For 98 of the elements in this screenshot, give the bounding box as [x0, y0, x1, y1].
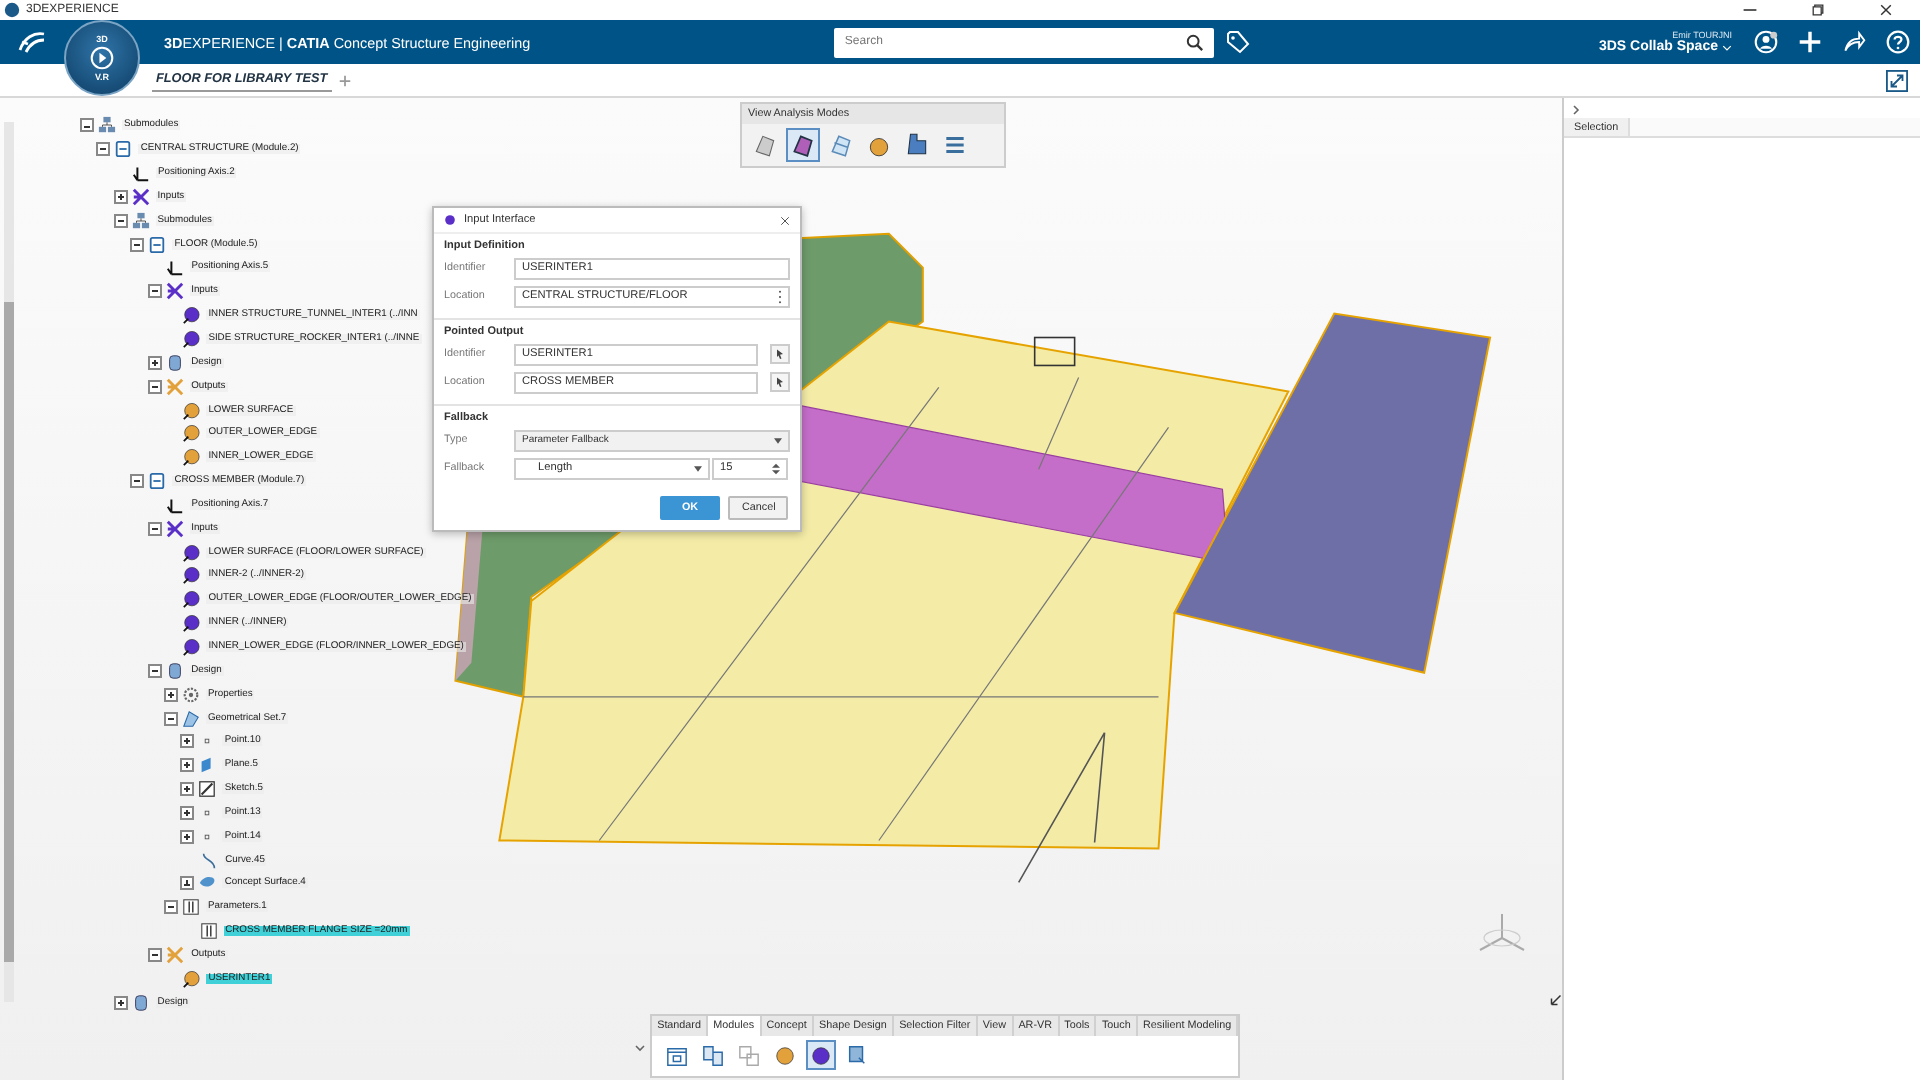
play-icon[interactable] — [90, 46, 114, 70]
input-pin-icon — [182, 306, 201, 325]
shaded-edges-icon — [790, 132, 816, 158]
axis-icon — [131, 164, 150, 183]
pick-button[interactable] — [770, 372, 790, 392]
spin-arrows-icon[interactable] — [772, 461, 780, 475]
ds-logo-icon — [16, 30, 48, 54]
input-pin-icon — [182, 637, 201, 656]
expander-icon[interactable] — [180, 805, 195, 820]
fullscreen-icon[interactable] — [1886, 69, 1908, 91]
expander-icon[interactable] — [130, 474, 145, 489]
wireframe-icon — [828, 132, 854, 158]
input-pin-icon — [182, 566, 201, 585]
input-pin-icon — [182, 590, 201, 609]
parameter-icon — [199, 922, 218, 941]
caret-icon — [1722, 43, 1732, 51]
expander-icon[interactable] — [113, 189, 128, 204]
scrollbar[interactable] — [4, 122, 14, 1002]
input-pin-icon — [182, 330, 201, 349]
design-icon — [131, 993, 150, 1012]
module-ghost-icon — [738, 1043, 760, 1067]
module-icon — [114, 140, 133, 159]
sketch-icon — [198, 780, 217, 799]
expander-icon[interactable] — [164, 711, 178, 726]
output-pin-icon — [182, 448, 201, 467]
axis-icon — [165, 258, 184, 277]
parameters-icon — [182, 898, 200, 917]
close-icon[interactable] — [780, 215, 790, 225]
expander-icon[interactable] — [164, 687, 178, 702]
module-window-icon — [666, 1043, 688, 1067]
help-icon[interactable] — [1886, 30, 1910, 54]
expander-icon[interactable] — [180, 876, 195, 891]
module-icon — [148, 472, 167, 491]
pick-button[interactable] — [770, 344, 790, 364]
analysis-icon — [904, 132, 930, 158]
design-icon — [165, 661, 184, 680]
submodules-icon — [131, 211, 150, 230]
expander-icon[interactable] — [113, 213, 128, 228]
expander-icon[interactable] — [180, 734, 195, 749]
arrow-icon[interactable] — [1550, 994, 1562, 1006]
module-copy-icon — [702, 1043, 724, 1067]
inputs-icon — [165, 519, 184, 538]
cursor-icon — [774, 376, 786, 388]
outputs-icon — [165, 377, 184, 396]
user-avatar-icon[interactable] — [1754, 30, 1778, 54]
share-icon[interactable] — [1842, 30, 1866, 54]
shaded-icon — [752, 132, 778, 158]
expander-icon[interactable] — [96, 142, 111, 157]
restore-icon[interactable] — [1810, 2, 1826, 18]
expander-icon[interactable] — [80, 118, 94, 133]
submodules-icon — [98, 116, 116, 135]
caret-icon — [694, 465, 702, 471]
input-pin-icon — [182, 543, 201, 562]
expander-icon[interactable] — [147, 521, 162, 536]
expander-icon[interactable] — [164, 900, 178, 915]
caret-icon — [774, 437, 782, 443]
expander-icon[interactable] — [147, 355, 162, 370]
expander-icon[interactable] — [180, 782, 195, 797]
geometry-set-icon — [182, 709, 200, 728]
collapse-icon[interactable] — [634, 1044, 646, 1052]
gear-icon — [182, 685, 200, 704]
search-icon[interactable] — [1186, 33, 1205, 51]
output-pin-icon — [182, 969, 201, 988]
output-pin-icon — [774, 1043, 796, 1067]
inputs-icon — [131, 187, 150, 206]
axis-icon — [165, 495, 184, 514]
cursor-icon — [774, 348, 786, 360]
design-icon — [165, 353, 184, 372]
expander-icon[interactable] — [130, 237, 145, 252]
module-icon — [148, 235, 167, 254]
toolbar-button[interactable] — [786, 128, 820, 162]
expander-icon[interactable] — [147, 379, 162, 394]
app-logo-icon — [4, 2, 20, 18]
outputs-icon — [165, 945, 184, 964]
expander-icon[interactable] — [147, 947, 162, 962]
plus-icon[interactable] — [1798, 30, 1822, 54]
plane-icon — [198, 756, 217, 775]
expander-icon[interactable] — [147, 284, 162, 299]
add-tab-icon[interactable] — [337, 73, 352, 87]
input-pin-icon — [444, 214, 456, 226]
toolbar-button[interactable] — [806, 1040, 836, 1070]
expander-icon[interactable] — [180, 758, 195, 773]
input-pin-icon — [810, 1043, 832, 1067]
close-icon[interactable] — [1878, 2, 1894, 18]
inputs-icon — [165, 282, 184, 301]
output-pin-icon — [866, 132, 892, 158]
library-icon — [846, 1043, 868, 1067]
chevron-icon[interactable] — [1572, 104, 1580, 116]
layers-icon — [942, 132, 968, 158]
input-pin-icon — [182, 614, 201, 633]
curve-icon — [199, 851, 218, 870]
expander-icon[interactable] — [147, 663, 162, 678]
output-pin-icon — [182, 424, 201, 443]
tag-icon[interactable] — [1226, 30, 1251, 54]
output-pin-icon — [182, 401, 201, 420]
toolbar-button[interactable] — [698, 1040, 728, 1070]
expander-icon[interactable] — [113, 995, 128, 1010]
expander-icon[interactable] — [180, 829, 195, 844]
